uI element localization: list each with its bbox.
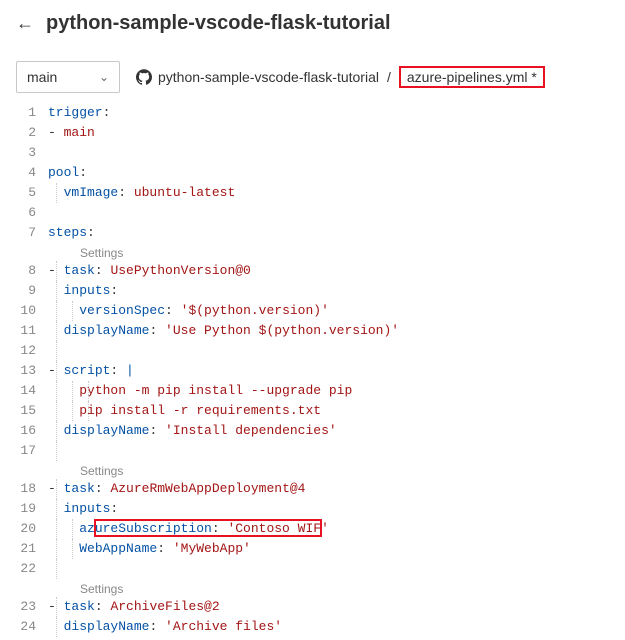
code-content[interactable]: trigger: - main pool: vmImage: ubuntu-la… — [48, 103, 625, 637]
branch-selector[interactable]: main ⌄ — [16, 61, 120, 93]
task-settings-link[interactable]: Settings — [48, 243, 625, 261]
chevron-down-icon: ⌄ — [99, 70, 109, 84]
back-arrow-icon[interactable]: ← — [16, 13, 34, 34]
task-settings-link[interactable]: Settings — [48, 579, 625, 597]
branch-name: main — [27, 69, 57, 85]
code-editor[interactable]: 1 2 3 4 5 6 7 8 9 10 11 12 13 14 15 16 1… — [0, 103, 625, 637]
line-number-gutter: 1 2 3 4 5 6 7 8 9 10 11 12 13 14 15 16 1… — [0, 103, 48, 637]
github-icon — [136, 69, 152, 85]
breadcrumb-file[interactable]: azure-pipelines.yml * — [399, 66, 545, 88]
breadcrumb-repo[interactable]: python-sample-vscode-flask-tutorial — [158, 69, 379, 85]
breadcrumb-separator: / — [385, 69, 393, 85]
page-title: python-sample-vscode-flask-tutorial — [46, 12, 391, 35]
breadcrumb: python-sample-vscode-flask-tutorial / az… — [136, 66, 545, 88]
task-settings-link[interactable]: Settings — [48, 461, 625, 479]
